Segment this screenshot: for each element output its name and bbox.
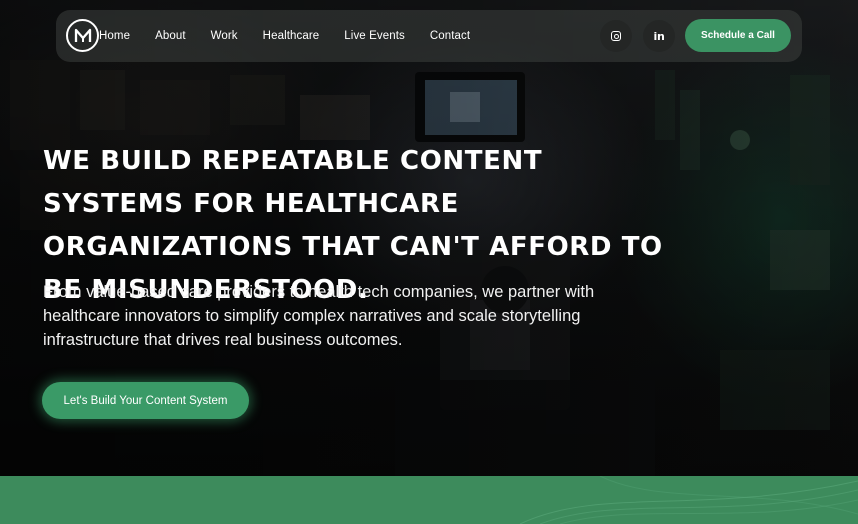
hero-subtext: From value-based care providers to healt… [43,283,595,349]
band-wave-pattern [519,476,858,524]
linkedin-button[interactable]: in [643,20,675,52]
m-monogram-logo-icon[interactable] [66,19,99,52]
instagram-button[interactable] [600,20,632,52]
nav-item-healthcare[interactable]: Healthcare [263,30,320,42]
build-content-system-button[interactable]: Let's Build Your Content System [42,382,249,419]
navbar: Home About Work Healthcare Live Events C… [56,10,802,62]
nav-item-about[interactable]: About [155,30,186,42]
linkedin-icon: in [653,29,665,43]
next-section-band [0,476,858,524]
nav-item-work[interactable]: Work [211,30,238,42]
nav-item-home[interactable]: Home [99,30,130,42]
nav-links: Home About Work Healthcare Live Events C… [99,10,495,62]
instagram-icon [611,31,621,41]
nav-item-contact[interactable]: Contact [430,30,470,42]
nav-item-live-events[interactable]: Live Events [344,30,405,42]
schedule-call-button[interactable]: Schedule a Call [685,19,791,52]
logo-mark [74,28,91,42]
